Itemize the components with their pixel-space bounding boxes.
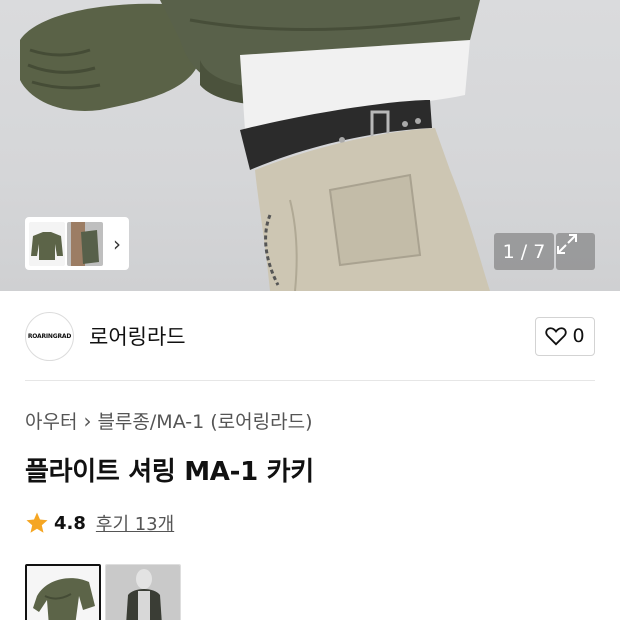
star-icon <box>26 512 48 533</box>
gallery-thumb-1[interactable] <box>25 564 101 620</box>
thumbnail-strip[interactable]: › <box>25 217 129 270</box>
thumbnail-jacket[interactable] <box>29 221 65 266</box>
breadcrumb: 아우터 › 블루종/MA-1 (로어링라드) <box>25 407 312 434</box>
product-title: 플라이트 셔링 MA-1 카키 <box>25 457 314 487</box>
like-button[interactable]: 0 <box>535 316 595 356</box>
reviews-link[interactable]: 후기 13개 <box>96 510 174 536</box>
thumbnail-model[interactable] <box>67 221 103 266</box>
chevron-right-icon[interactable]: › <box>113 234 121 254</box>
breadcrumb-category[interactable]: 아우터 <box>25 407 77 434</box>
expand-icon[interactable] <box>556 233 595 270</box>
brand-row[interactable]: ROARINGRAD 로어링라드 0 <box>25 311 595 361</box>
brand-logo[interactable]: ROARINGRAD <box>25 311 74 361</box>
gallery-thumbnails <box>25 564 181 620</box>
breadcrumb-subcategory[interactable]: 블루종/MA-1 (로어링라드) <box>97 407 312 434</box>
divider <box>25 380 595 381</box>
like-count: 0 <box>572 325 585 347</box>
image-counter: 1 / 7 <box>494 233 554 270</box>
gallery-thumb-2[interactable] <box>105 564 181 620</box>
brand-name[interactable]: 로어링라드 <box>89 321 186 351</box>
rating-row: 4.8 후기 13개 <box>25 510 174 536</box>
product-main-image[interactable]: › 1 / 7 <box>0 0 620 291</box>
heart-icon <box>545 327 568 346</box>
chevron-right-icon: › <box>83 408 92 433</box>
rating-score: 4.8 <box>54 512 86 534</box>
